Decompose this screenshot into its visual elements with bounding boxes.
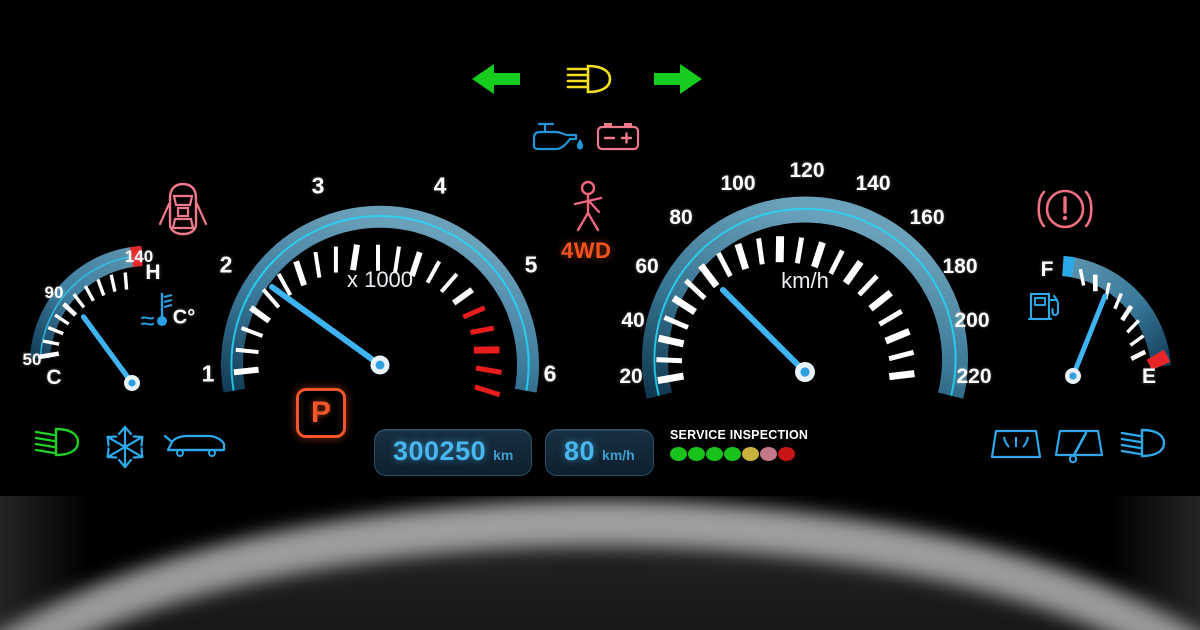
car-body-icon[interactable] [163,430,228,460]
speed-tick-80: 80 [669,206,693,229]
tach-tick-5: 5 [524,251,538,278]
speed-tick-20: 20 [619,365,643,388]
speed-tick-60: 60 [635,255,659,278]
service-segment [778,447,795,461]
seatbelt-person-icon[interactable] [566,180,610,234]
speed-tick-160: 160 [909,206,945,229]
service-inspection-bar [670,447,808,461]
odometer-display[interactable]: 300250 km [374,429,533,476]
service-segment [760,447,777,461]
steering-wheel-arc [0,500,1200,630]
digital-speed-display[interactable]: 80 km/h [545,429,654,476]
service-segment [724,447,741,461]
snowflake-frost-icon[interactable] [102,424,148,470]
service-inspection-title: SERVICE INSPECTION [670,428,809,442]
service-segment [706,447,723,461]
speed-tick-120: 120 [789,159,825,182]
odometer-unit: km [493,447,514,463]
service-segment [670,447,687,461]
high-beam-icon[interactable] [562,60,620,98]
battery-charge-icon[interactable] [594,118,642,154]
tachometer: 1 2 3 4 5 6 x 1000 [190,165,570,398]
temp-label-cold: C [46,366,62,389]
fuel-label-full: F [1040,258,1054,281]
oil-pressure-icon[interactable] [528,118,586,154]
temp-label-hot: H [145,261,161,284]
digital-speed-value: 80 [564,436,596,466]
fuel-pump-icon [1027,288,1064,322]
speed-tick-220: 220 [956,365,992,388]
tach-tick-2: 2 [219,251,233,278]
service-segment [688,447,705,461]
speed-tick-180: 180 [942,255,978,278]
service-inspection-panel[interactable]: SERVICE INSPECTION [670,428,808,461]
speed-center-label: km/h [781,268,829,293]
speedometer: 20 40 60 80 100 120 140 160 180 200 220 … [619,159,992,399]
digital-speed-unit: km/h [602,447,635,463]
rear-window-defrost-icon[interactable] [988,425,1044,463]
turn-signal-right-icon[interactable] [650,60,706,98]
coolant-thermometer-icon [140,288,176,332]
service-segment [742,447,759,461]
instrument-cluster: 4WD 50 90 140 C H C° 1 2 3 4 5 6 x 1000 … [0,0,1200,630]
speed-tick-100: 100 [720,172,756,195]
temp-tick-50: 50 [22,350,42,369]
temp-tick-90: 90 [44,283,64,302]
odometer-value: 300250 [393,436,487,466]
brake-warning-icon[interactable] [1032,182,1098,236]
tach-tick-3: 3 [311,172,325,199]
speed-tick-200: 200 [954,309,990,332]
low-beam-icon[interactable] [1114,426,1172,460]
turn-signal-left-icon[interactable] [468,60,524,98]
parking-brake-indicator[interactable]: P [296,388,346,438]
tach-tick-4: 4 [433,172,447,199]
low-beam-icon[interactable] [28,425,86,459]
fuel-label-empty: E [1141,365,1157,388]
speed-tick-140: 140 [855,172,891,195]
tach-center-label: x 1000 [346,267,414,292]
speed-tick-40: 40 [621,309,645,332]
tach-tick-1: 1 [201,360,215,387]
windshield-washer-icon[interactable] [1052,425,1106,465]
tach-tick-6: 6 [543,360,557,387]
